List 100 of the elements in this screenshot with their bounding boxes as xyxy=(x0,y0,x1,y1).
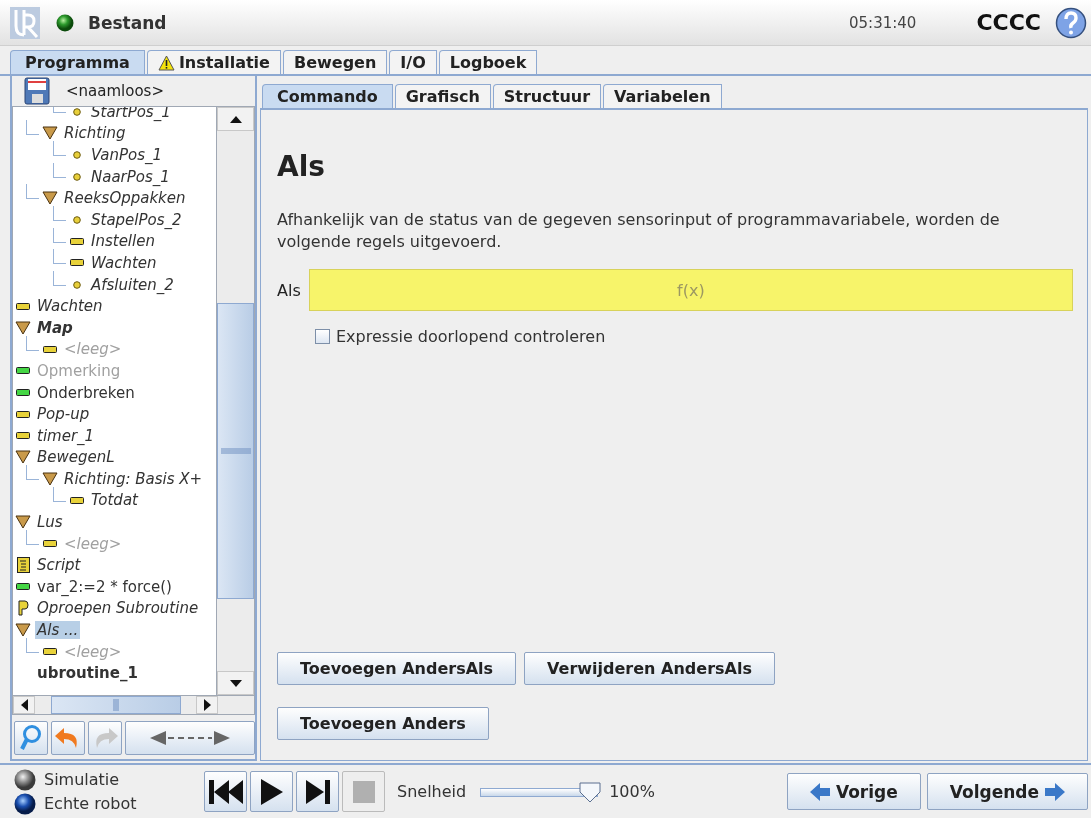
tree-item[interactable]: Totdat xyxy=(89,491,140,510)
tree-item[interactable]: NaarPos_1 xyxy=(89,167,172,186)
tree-item[interactable]: StapelPos_2 xyxy=(89,210,184,229)
scroll-up-button[interactable] xyxy=(217,107,254,131)
tree-item[interactable]: Afsluiten_2 xyxy=(89,275,176,294)
command-icon xyxy=(70,237,84,245)
command-icon xyxy=(70,497,84,504)
previous-button[interactable]: Vorige xyxy=(786,773,921,810)
tree-item[interactable]: Als ... xyxy=(35,621,81,640)
tree-item[interactable]: Richting: Basis X+ xyxy=(62,469,205,488)
tree-line xyxy=(26,529,39,545)
step-forward-button[interactable] xyxy=(296,771,339,812)
main-tab[interactable]: I/O xyxy=(389,50,437,74)
command-icon xyxy=(43,648,57,656)
radio-button[interactable] xyxy=(14,768,36,791)
tree-item[interactable]: Pop-up xyxy=(35,405,92,424)
tree-item[interactable]: BewegenL xyxy=(35,448,117,467)
right-arrow-icon xyxy=(1045,782,1065,801)
sub-tab[interactable]: Commando xyxy=(262,84,393,108)
tree-item[interactable]: Lus xyxy=(35,513,65,532)
tree-item[interactable]: Wachten xyxy=(35,297,105,316)
scroll-left-button[interactable] xyxy=(13,696,35,714)
tree-item[interactable]: ubroutine_1 xyxy=(35,664,140,683)
robot-name: CCCC xyxy=(976,10,1041,35)
file-menu[interactable]: Bestand xyxy=(88,12,167,33)
command-icon xyxy=(16,432,30,440)
waypoint-icon xyxy=(73,151,81,159)
command-icon xyxy=(43,540,57,548)
tree-line xyxy=(53,270,66,286)
tree-item[interactable]: VanPos_1 xyxy=(89,146,165,164)
expand-triangle-icon[interactable] xyxy=(15,515,31,530)
main-tab[interactable]: Programma xyxy=(10,50,145,74)
undo-button[interactable] xyxy=(51,721,85,755)
action-button[interactable]: Toevoegen Anders xyxy=(277,707,489,740)
main-tab[interactable]: Logboek xyxy=(438,50,538,74)
description-text: Afhankelijk van de status van de gegeven sensorinput of programmavariabele, worden de volgende regels uitgevoerd. xyxy=(277,209,1001,253)
scroll-down-button[interactable] xyxy=(217,671,254,695)
tree-item[interactable]: Richting xyxy=(62,124,128,143)
move-button[interactable] xyxy=(125,721,255,755)
scroll-right-button[interactable] xyxy=(196,696,218,714)
expand-triangle-icon[interactable] xyxy=(42,126,58,141)
scrollbar-thumb[interactable] xyxy=(217,303,254,599)
expand-triangle-icon[interactable] xyxy=(15,623,31,638)
tree-item[interactable]: Script xyxy=(35,556,83,575)
help-icon[interactable] xyxy=(1055,6,1087,39)
radio-label: Echte robot xyxy=(44,794,137,813)
sub-tab[interactable]: Structuur xyxy=(492,84,602,108)
tree-line xyxy=(53,249,66,265)
stop-icon xyxy=(352,780,375,803)
tree-line xyxy=(26,335,39,351)
command-icon xyxy=(16,367,30,375)
tree-item[interactable]: Wachten xyxy=(89,253,159,272)
tree-item[interactable]: Instellen xyxy=(89,232,157,251)
tree-item[interactable]: timer_1 xyxy=(35,426,97,445)
tree-line xyxy=(26,465,39,481)
expand-triangle-icon[interactable] xyxy=(15,320,31,335)
tree-item[interactable]: var_2:=2 * force() xyxy=(35,577,174,596)
command-icon xyxy=(16,389,30,396)
expand-triangle-icon[interactable] xyxy=(15,450,31,465)
caret-up-icon xyxy=(229,115,242,123)
tree-item[interactable]: ReeksOppakken xyxy=(62,189,188,208)
left-arrow-icon xyxy=(809,782,830,801)
warning-icon xyxy=(157,54,175,71)
expand-triangle-icon[interactable] xyxy=(42,191,58,206)
play-button[interactable] xyxy=(250,771,293,812)
caret-left-icon xyxy=(20,699,28,711)
tree-line xyxy=(53,162,66,178)
command-icon xyxy=(16,410,30,418)
main-tab[interactable]: Bewegen xyxy=(282,50,388,74)
waypoint-icon xyxy=(73,280,81,289)
skip-back-icon xyxy=(208,779,243,804)
command-icon xyxy=(70,259,84,267)
tree-item[interactable]: Onderbreken xyxy=(35,383,137,402)
search-button[interactable] xyxy=(14,721,48,755)
next-button[interactable]: Volgende xyxy=(926,773,1088,810)
action-button[interactable]: Toevoegen AndersAls xyxy=(277,652,517,685)
command-icon xyxy=(16,583,30,591)
tree-line xyxy=(53,205,66,221)
tree-item[interactable]: Oproepen Subroutine xyxy=(35,599,201,618)
waypoint-icon xyxy=(73,172,81,181)
checkbox[interactable] xyxy=(315,329,330,344)
sub-tab[interactable]: Variabelen xyxy=(603,84,722,108)
command-icon xyxy=(43,345,57,353)
tree-item[interactable]: Map xyxy=(35,318,75,337)
waypoint-icon xyxy=(73,215,81,224)
expand-triangle-icon[interactable] xyxy=(42,471,58,486)
tree-line xyxy=(53,141,66,157)
scrollbar-thumb[interactable] xyxy=(51,696,181,714)
radio-button[interactable] xyxy=(14,792,36,815)
tree-line xyxy=(26,184,39,200)
tree-line xyxy=(26,637,39,653)
condition-label: Als xyxy=(277,280,301,300)
condition-field[interactable]: f(x) xyxy=(308,269,1073,311)
sub-tab[interactable]: Grafisch xyxy=(394,84,491,108)
caret-right-icon xyxy=(203,699,211,711)
slider-thumb[interactable] xyxy=(578,780,601,803)
save-icon[interactable] xyxy=(24,77,50,105)
action-button[interactable]: Verwijderen AndersAls xyxy=(524,652,775,685)
rewind-button[interactable] xyxy=(204,771,247,812)
main-tab[interactable]: Installatie xyxy=(146,50,281,74)
